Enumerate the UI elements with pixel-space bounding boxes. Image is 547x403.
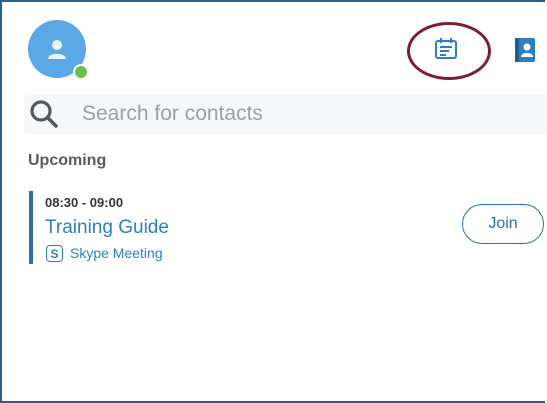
upcoming-section-title: Upcoming xyxy=(28,152,107,169)
contact-book-icon xyxy=(515,38,535,62)
meeting-time: 08:30 - 09:00 xyxy=(45,195,124,210)
contacts-button[interactable] xyxy=(510,34,540,66)
join-meeting-button[interactable]: Join xyxy=(462,204,544,244)
search-icon xyxy=(30,100,58,128)
presence-status-dot xyxy=(73,64,89,80)
meeting-type-label: Skype Meeting xyxy=(70,245,163,261)
calendar-button[interactable] xyxy=(428,32,464,66)
meeting-title[interactable]: Training Guide xyxy=(45,217,169,239)
user-silhouette-icon xyxy=(48,40,66,59)
skype-icon: S xyxy=(46,245,63,262)
search-input[interactable] xyxy=(82,100,532,128)
app-window: Upcoming 08:30 - 09:00 Training Guide S … xyxy=(0,0,547,403)
meeting-accent-bar xyxy=(29,191,33,264)
calendar-icon xyxy=(435,38,457,59)
